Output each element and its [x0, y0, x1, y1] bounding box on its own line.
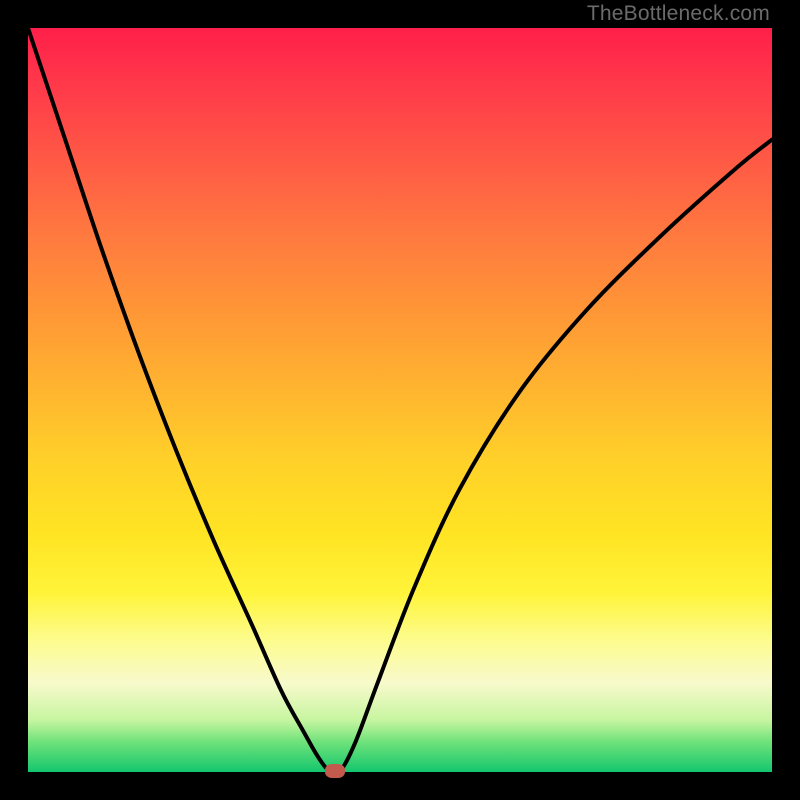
curve-path [28, 28, 772, 772]
chart-frame: TheBottleneck.com [0, 0, 800, 800]
watermark-text: TheBottleneck.com [587, 2, 770, 26]
optimal-marker [325, 764, 345, 778]
bottleneck-curve [28, 28, 772, 772]
plot-area [28, 28, 772, 772]
